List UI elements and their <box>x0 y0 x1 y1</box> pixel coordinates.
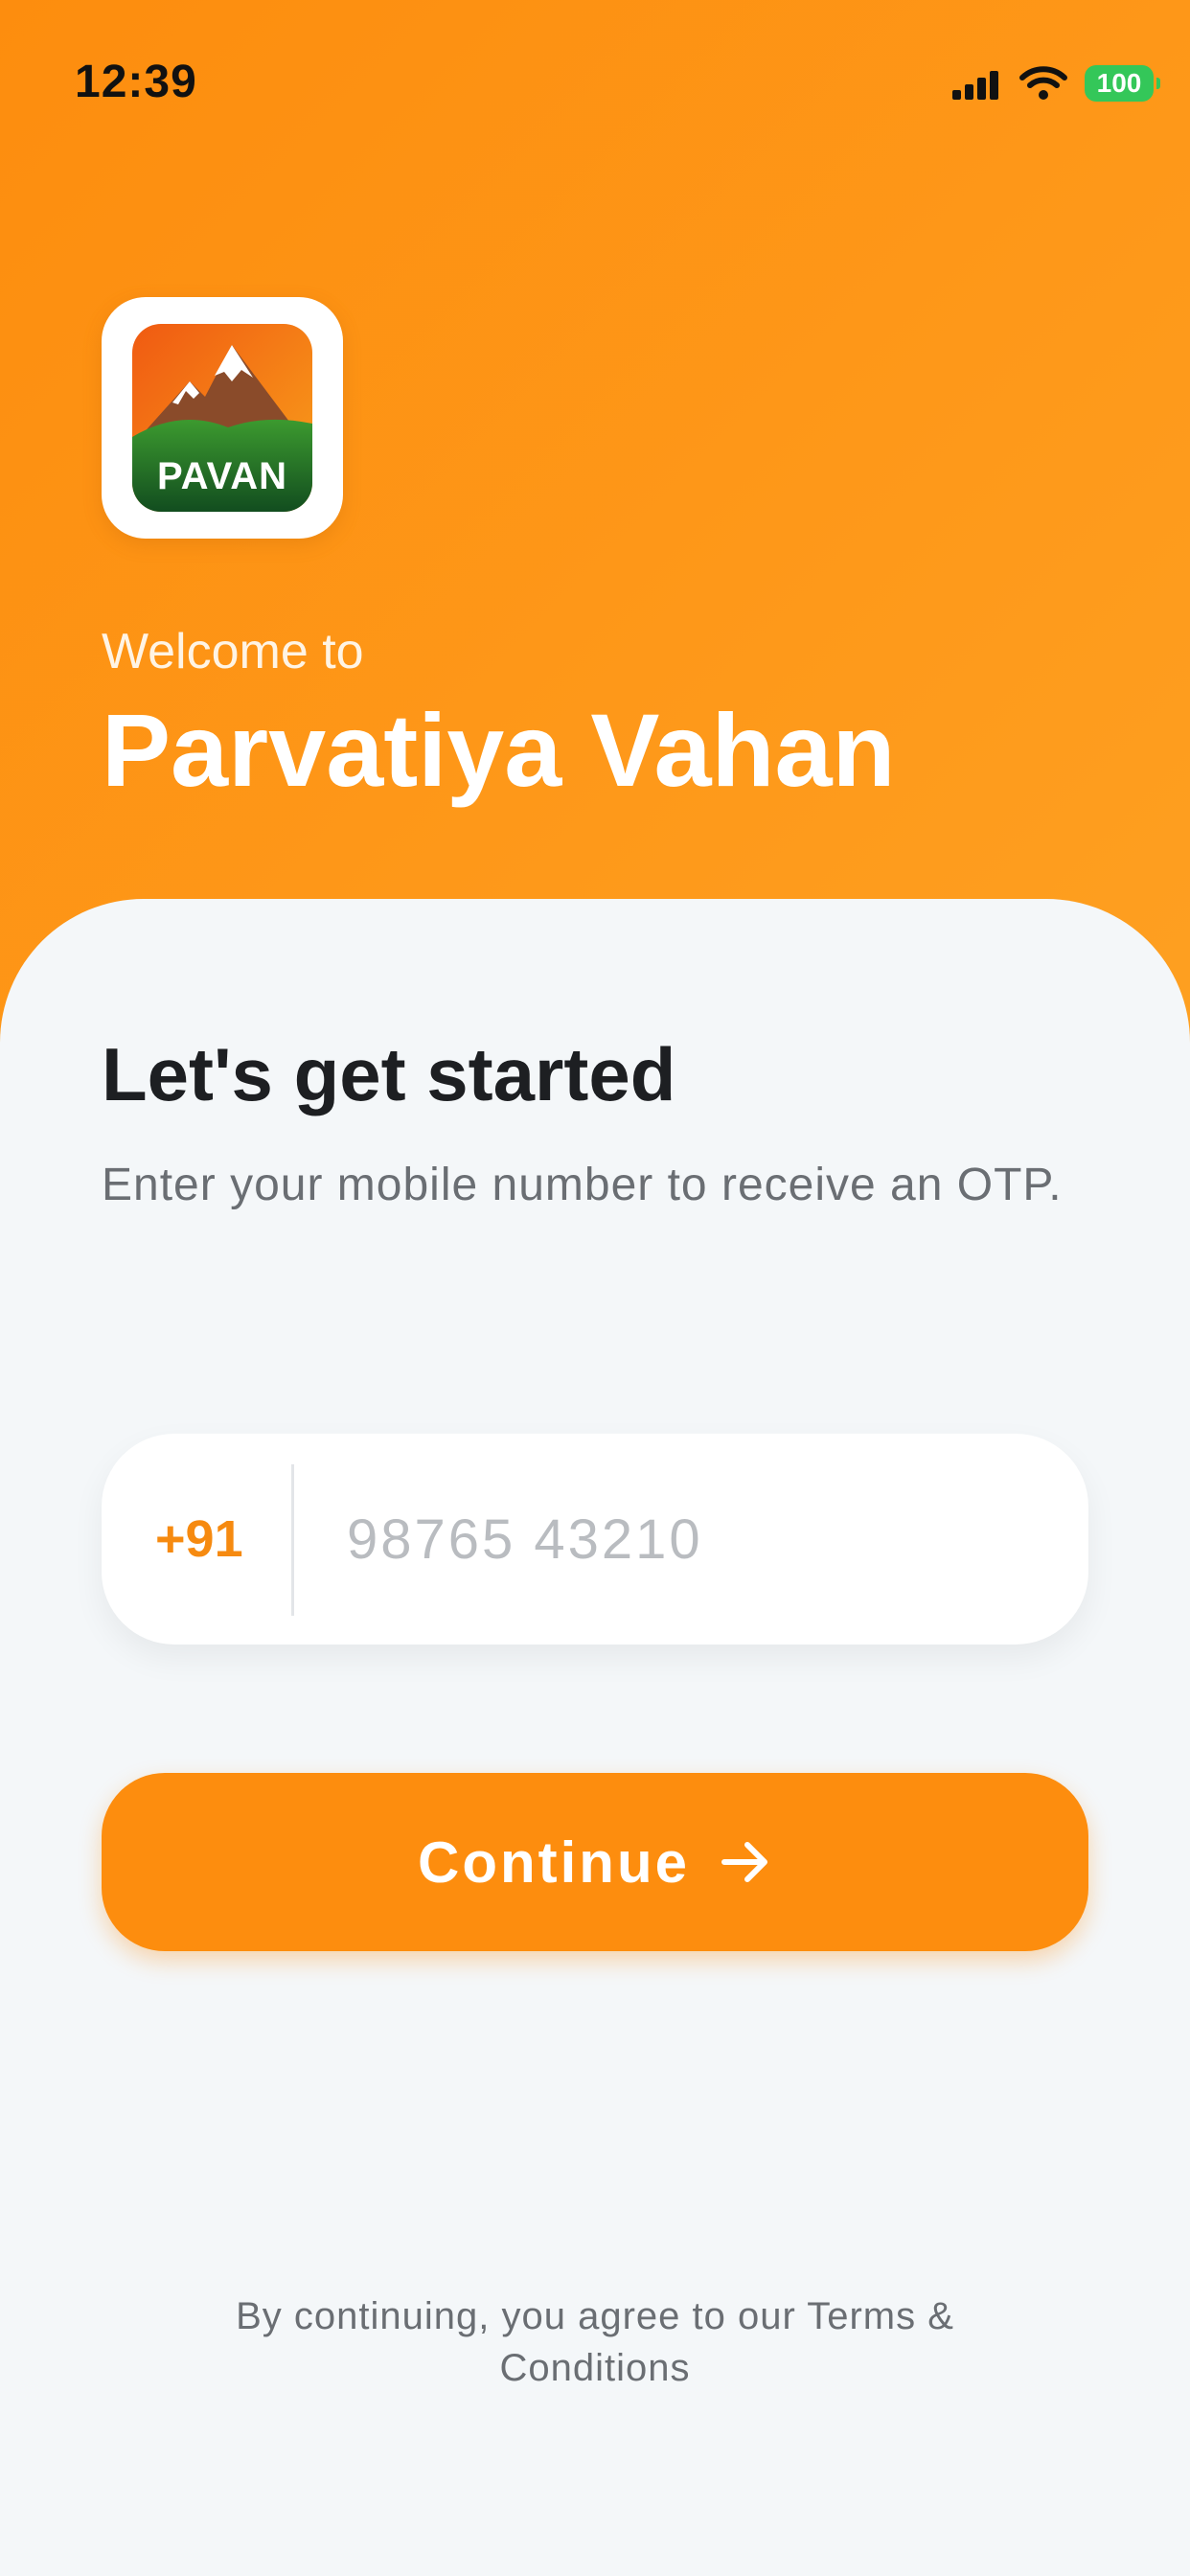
status-icons: 100 <box>950 65 1160 102</box>
battery-icon: 100 <box>1085 65 1160 102</box>
welcome-text: Welcome to <box>102 624 364 679</box>
logo-text: PAVAN <box>156 455 288 497</box>
status-bar: 12:39 100 <box>0 0 1190 163</box>
country-code[interactable]: +91 <box>155 1434 243 1644</box>
phone-number-field[interactable]: +91 <box>102 1434 1088 1644</box>
cellular-signal-icon <box>952 71 998 100</box>
status-time: 12:39 <box>75 57 197 107</box>
battery-level: 100 <box>1096 68 1142 98</box>
phone-input[interactable] <box>347 1434 1037 1644</box>
continue-button[interactable]: Continue <box>102 1773 1088 1951</box>
page-subheading: Enter your mobile number to receive an O… <box>102 1160 1063 1210</box>
arrow-right-icon <box>721 1842 767 1882</box>
continue-label: Continue <box>418 1829 690 1895</box>
field-divider <box>291 1464 294 1616</box>
page-heading: Let's get started <box>102 1032 676 1116</box>
wifi-icon <box>1019 66 1067 100</box>
app-logo: PAVAN <box>102 297 343 539</box>
app-title: Parvatiya Vahan <box>102 692 896 808</box>
terms-text[interactable]: By continuing, you agree to our Terms & … <box>172 2290 1018 2394</box>
logo-artwork: PAVAN <box>132 324 312 512</box>
